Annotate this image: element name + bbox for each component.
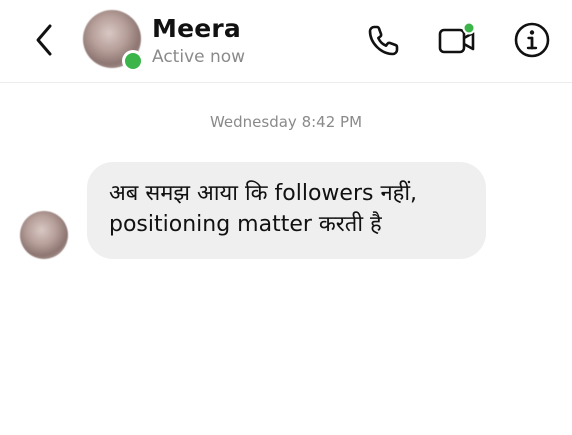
video-camera-icon [438,21,476,54]
online-status-dot [122,50,144,72]
incoming-message-bubble[interactable]: अब समझ आया कि followers नहीं, positionin… [87,162,486,259]
info-button[interactable] [512,20,552,60]
chat-screen: Meera Active now Wednesday 8:42 PM अब सम… [0,0,572,435]
chevron-left-icon [36,24,52,56]
info-icon [514,22,550,58]
contact-avatar-container[interactable] [83,10,144,72]
active-status: Active now [152,47,246,67]
message-text: अब समझ आया कि followers नहीं, positionin… [109,181,418,237]
video-call-button[interactable] [437,20,477,60]
back-button[interactable] [30,22,60,58]
message-timestamp: Wednesday 8:42 PM [209,113,363,131]
contact-name[interactable]: Meera [152,14,241,43]
call-button[interactable] [364,20,404,60]
chat-header: Meera Active now [0,0,572,83]
sender-avatar[interactable] [20,211,68,259]
phone-icon [368,25,399,56]
